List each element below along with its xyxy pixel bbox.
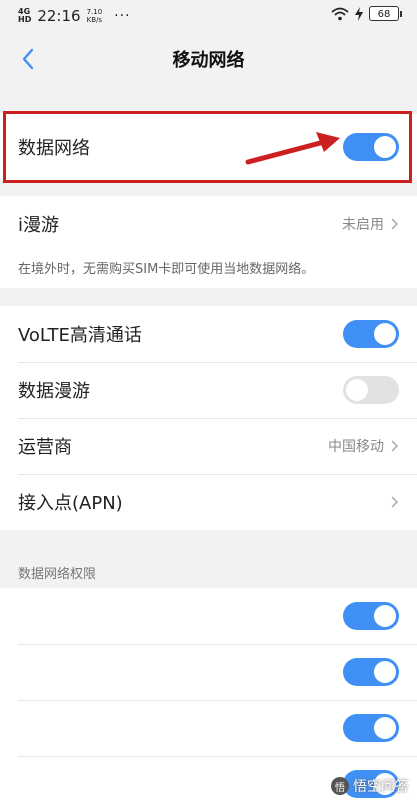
apn-row[interactable]: 接入点(APN) [0,474,417,530]
data-network-toggle[interactable] [343,133,399,161]
charging-icon [355,6,363,21]
volte-row[interactable]: VoLTE高清通话 [0,306,417,362]
wifi-icon [331,7,349,20]
network-settings-card: VoLTE高清通话 数据漫游 运营商 中国移动 接入点(APN) [0,306,417,530]
permission-row[interactable] [0,588,417,644]
watermark-logo-icon: 悟 [331,777,349,795]
apn-label: 接入点(APN) [18,493,123,514]
permission-row[interactable] [0,700,417,756]
data-roaming-toggle[interactable] [343,376,399,404]
chevron-right-icon [391,218,399,230]
permission-toggle[interactable] [343,714,399,742]
data-network-label: 数据网络 [18,138,90,159]
clock: 22:16 [37,7,81,25]
watermark-text: 悟空问答 [353,779,409,795]
permission-toggle[interactable] [343,602,399,630]
permission-row[interactable] [0,644,417,700]
signal-indicator: 4G HD [18,7,32,24]
data-roaming-row[interactable]: 数据漫游 [0,362,417,418]
section-title-data-permissions: 数据网络权限 [18,567,97,582]
i-roaming-status: 未启用 [342,217,384,233]
battery-icon: 68 [369,6,402,21]
data-network-card: 数据网络 [0,114,417,180]
watermark: 悟 悟空问答 [331,776,409,796]
i-roaming-row[interactable]: i漫游 未启用 [0,196,417,252]
volte-label: VoLTE高清通话 [18,325,142,346]
network-speed: 7.10 KB/s [86,8,103,24]
carrier-label: 运营商 [18,437,72,458]
chevron-right-icon [391,440,399,452]
i-roaming-note: 在境外时，无需购买SIM卡即可使用当地数据网络。 [18,262,315,277]
permission-toggle[interactable] [343,658,399,686]
carrier-value: 中国移动 [328,439,384,455]
back-icon[interactable] [16,44,40,74]
volte-toggle[interactable] [343,320,399,348]
i-roaming-label: i漫游 [18,215,60,236]
status-bar: 4G HD 22:16 7.10 KB/s ··· 68 [0,0,417,32]
app-header: 移动网络 [0,32,417,86]
more-notifications-icon: ··· [114,8,131,24]
page-title: 移动网络 [172,50,245,71]
carrier-row[interactable]: 运营商 中国移动 [0,418,417,474]
data-network-row[interactable]: 数据网络 [0,114,417,180]
data-roaming-label: 数据漫游 [18,381,90,402]
chevron-right-icon [391,496,399,508]
